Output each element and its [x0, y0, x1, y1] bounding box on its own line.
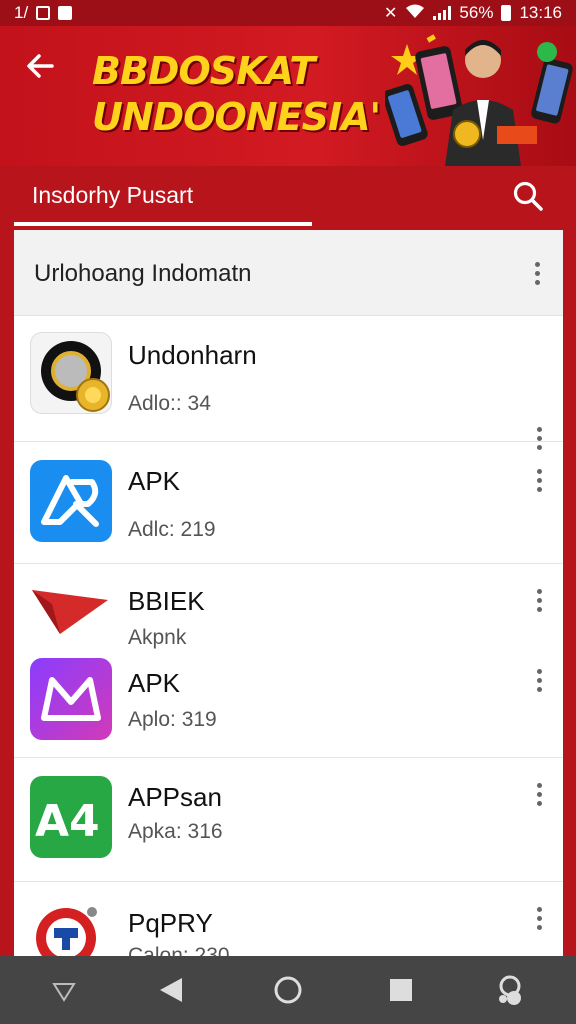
app-name: APPsan	[128, 782, 222, 812]
status-time: 13:16	[519, 3, 562, 22]
app-name: APK	[128, 466, 181, 496]
list-item[interactable]: PqPRY Calon: 230	[14, 882, 563, 960]
banner-title: BBDOSKAT UNDOONESIA'	[92, 48, 381, 140]
list-header: Urlohoang Indomatn	[14, 230, 563, 316]
message-notification-icon	[58, 6, 73, 20]
banner-line-2: UNDOONESIA'	[92, 95, 381, 139]
wifi-icon	[405, 3, 425, 24]
back-icon[interactable]	[152, 970, 192, 1010]
signal-icon	[433, 6, 452, 20]
item-more-icon[interactable]	[527, 900, 551, 936]
list-item[interactable]: APK Adlc: 219	[14, 442, 563, 564]
system-nav-bar	[0, 956, 576, 1024]
list-item-group: BBIEK Akpnk APK Aplo: 319	[14, 564, 563, 758]
app-name: APK	[128, 668, 181, 698]
gallery-notification-icon	[36, 6, 51, 20]
app-icon-undonharn	[30, 332, 112, 414]
app-meta: Apka: 316	[128, 820, 223, 843]
banner-line-1: BBDOSKAT	[92, 49, 315, 93]
search-icon[interactable]	[510, 178, 546, 214]
app-name: PqPRY	[128, 908, 213, 938]
more-options-icon[interactable]	[525, 255, 549, 291]
down-icon[interactable]	[44, 970, 84, 1010]
app-meta: Akpnk	[128, 626, 187, 649]
app-icon-appsan: A4	[30, 776, 112, 858]
app-name: BBIEK	[128, 586, 205, 616]
item-more-icon[interactable]	[527, 662, 551, 698]
promo-header: BBDOSKAT UNDOONESIA'	[0, 26, 576, 166]
svg-text:A4: A4	[35, 796, 100, 847]
list-item[interactable]: Undonharn Adlo:: 34	[14, 316, 563, 450]
app-meta: Adlc: 219	[128, 518, 216, 541]
app-name: Undonharn	[128, 340, 257, 370]
status-bar: 1/ ✕ 56% 13:16	[0, 0, 576, 26]
list-item[interactable]: A4 APPsan Apka: 316	[14, 758, 563, 882]
mute-icon: ✕	[384, 5, 398, 22]
app-icon-apk-blue	[30, 460, 112, 542]
battery-icon	[501, 5, 512, 21]
tab-indicator	[14, 222, 312, 226]
home-icon[interactable]	[268, 970, 308, 1010]
app-icon-pqpry	[30, 900, 112, 960]
app-icon-bbiek	[30, 580, 112, 638]
app-meta: Aplo: 319	[128, 708, 217, 731]
recents-icon[interactable]	[381, 970, 421, 1010]
item-more-icon[interactable]	[527, 462, 551, 498]
status-left-text: 1/	[14, 3, 29, 22]
app-list-card: Urlohoang Indomatn Undonharn Adlo:: 34 A…	[14, 230, 563, 960]
list-title: Urlohoang Indomatn	[34, 260, 252, 287]
search-tab-bar: Insdorhy Pusart	[0, 166, 576, 226]
battery-percent: 56%	[459, 3, 494, 22]
tab-label[interactable]: Insdorhy Pusart	[32, 182, 193, 209]
item-more-icon[interactable]	[527, 776, 551, 812]
promo-illustration	[385, 34, 573, 166]
item-more-icon[interactable]	[527, 582, 551, 618]
app-meta: Adlo:: 34	[128, 392, 211, 415]
back-arrow-icon[interactable]	[22, 48, 58, 84]
assistant-icon[interactable]	[490, 970, 530, 1010]
app-icon-apk-purple	[30, 658, 112, 740]
